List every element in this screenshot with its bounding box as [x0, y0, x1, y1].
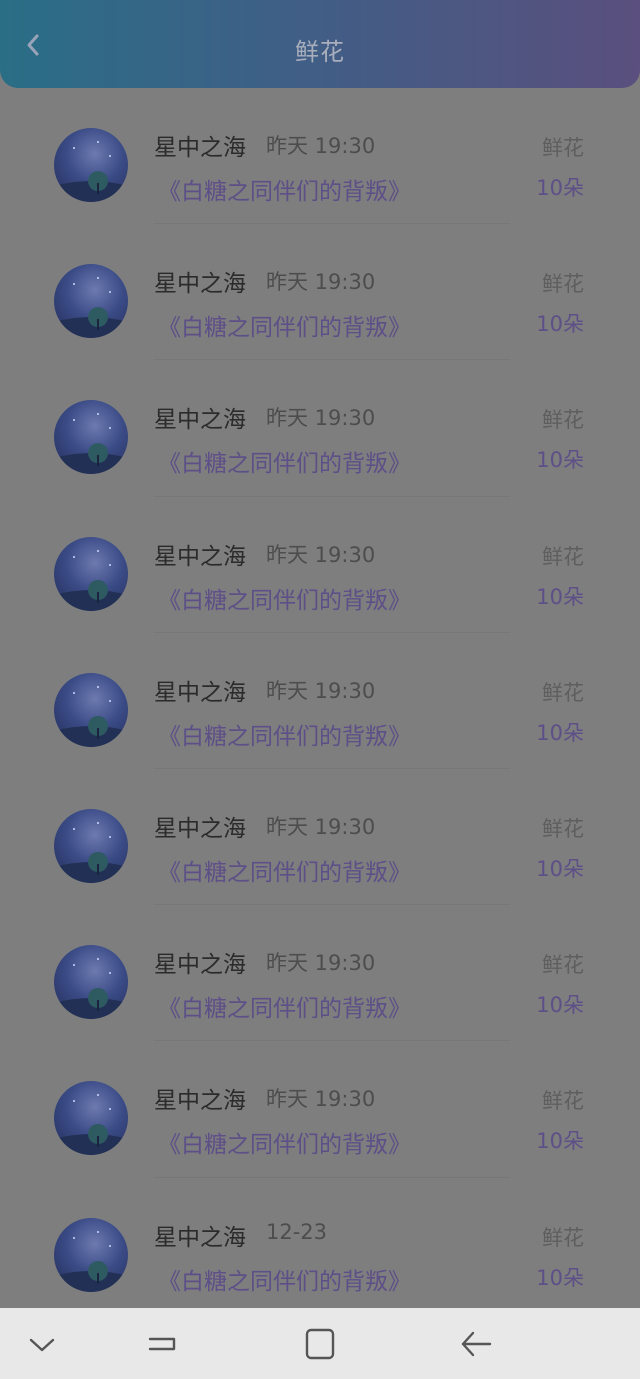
- timestamp: 昨天 19:30: [266, 814, 376, 839]
- list-item[interactable]: 星中之海 昨天 19:30 《白糖之同伴们的背叛》 鲜花 10朵: [0, 905, 640, 1042]
- user-name: 星中之海: [154, 679, 246, 706]
- list-item[interactable]: 星中之海 昨天 19:30 《白糖之同伴们的背叛》 鲜花 10朵: [0, 88, 640, 225]
- header-bar: 鲜花: [0, 0, 640, 88]
- gift-count: 10朵: [536, 176, 584, 200]
- timestamp: 昨天 19:30: [266, 678, 376, 703]
- gift-type: 鲜花: [542, 1225, 584, 1250]
- gift-count: 10朵: [536, 856, 584, 881]
- gift-count: 10朵: [536, 1129, 584, 1154]
- timestamp: 昨天 19:30: [266, 134, 376, 158]
- user-name: 星中之海: [154, 1224, 246, 1251]
- book-title[interactable]: 《白糖之同伴们的背叛》: [158, 308, 411, 342]
- user-name: 星中之海: [154, 1088, 246, 1115]
- avatar: [54, 264, 128, 339]
- avatar: [54, 128, 128, 202]
- gift-type: 鲜花: [542, 272, 584, 297]
- user-name: 星中之海: [154, 135, 246, 161]
- list-item[interactable]: 星中之海 昨天 19:30 《白糖之同伴们的背叛》 鲜花 10朵: [0, 1041, 640, 1178]
- gift-count: 10朵: [536, 1265, 584, 1290]
- recent-apps-icon[interactable]: [140, 1322, 184, 1366]
- avatar: [54, 945, 128, 1020]
- timestamp: 昨天 19:30: [266, 951, 376, 976]
- gift-count: 10朵: [536, 584, 584, 609]
- timestamp: 昨天 19:30: [266, 542, 376, 567]
- user-name: 星中之海: [154, 815, 246, 842]
- gift-record-list: 星中之海 昨天 19:30 《白糖之同伴们的背叛》 鲜花 10朵 星中之海 昨天…: [0, 88, 640, 1314]
- avatar: [54, 536, 128, 611]
- gift-count: 10朵: [536, 720, 584, 745]
- user-name: 星中之海: [154, 271, 246, 298]
- back-arrow-icon[interactable]: [454, 1322, 498, 1366]
- list-item[interactable]: 星中之海 昨天 19:30 《白糖之同伴们的背叛》 鲜花 10朵: [0, 224, 640, 361]
- gift-type: 鲜花: [542, 136, 584, 160]
- list-item[interactable]: 星中之海 昨天 19:30 《白糖之同伴们的背叛》 鲜花 10朵: [0, 633, 640, 769]
- list-item[interactable]: 星中之海 昨天 19:30 《白糖之同伴们的背叛》 鲜花 10朵: [0, 497, 640, 633]
- book-title[interactable]: 《白糖之同伴们的背叛》: [158, 989, 411, 1023]
- book-title[interactable]: 《白糖之同伴们的背叛》: [158, 581, 411, 615]
- book-title[interactable]: 《白糖之同伴们的背叛》: [158, 444, 411, 478]
- gift-type: 鲜花: [542, 408, 584, 433]
- user-name: 星中之海: [154, 407, 246, 434]
- page-title: 鲜花: [295, 38, 345, 66]
- book-title[interactable]: 《白糖之同伴们的背叛》: [158, 172, 411, 206]
- gift-type: 鲜花: [542, 544, 584, 569]
- list-item[interactable]: 星中之海 昨天 19:30 《白糖之同伴们的背叛》 鲜花 10朵: [0, 360, 640, 497]
- screen: 鲜花 星中之海 昨天 19:30 《白糖之同伴们的背叛》 鲜花 10朵 星中之海…: [0, 0, 640, 1379]
- user-name: 星中之海: [154, 952, 246, 979]
- avatar: [54, 400, 128, 475]
- timestamp: 12-23: [266, 1219, 328, 1244]
- timestamp: 昨天 19:30: [266, 1087, 376, 1112]
- gift-count: 10朵: [536, 448, 584, 473]
- home-icon[interactable]: [298, 1322, 342, 1366]
- book-title[interactable]: 《白糖之同伴们的背叛》: [158, 1125, 411, 1159]
- chevron-down-icon[interactable]: [20, 1322, 64, 1366]
- avatar: [54, 1217, 128, 1292]
- user-name: 星中之海: [154, 543, 246, 570]
- gift-type: 鲜花: [542, 1089, 584, 1114]
- gift-count: 10朵: [536, 312, 584, 337]
- system-nav-bar: [0, 1308, 640, 1379]
- list-item[interactable]: 星中之海 昨天 19:30 《白糖之同伴们的背叛》 鲜花 10朵: [0, 769, 640, 906]
- gift-count: 10朵: [536, 993, 584, 1018]
- timestamp: 昨天 19:30: [266, 406, 376, 431]
- avatar: [54, 808, 128, 883]
- avatar: [54, 672, 128, 747]
- timestamp: 昨天 19:30: [266, 270, 376, 295]
- gift-type: 鲜花: [542, 816, 584, 841]
- gift-type: 鲜花: [542, 953, 584, 978]
- book-title[interactable]: 《白糖之同伴们的背叛》: [158, 717, 411, 751]
- gift-type: 鲜花: [542, 680, 584, 705]
- book-title[interactable]: 《白糖之同伴们的背叛》: [158, 1262, 411, 1296]
- book-title[interactable]: 《白糖之同伴们的背叛》: [158, 853, 411, 887]
- list-item[interactable]: 星中之海 12-23 《白糖之同伴们的背叛》 鲜花 10朵: [0, 1178, 640, 1314]
- avatar: [54, 1081, 128, 1156]
